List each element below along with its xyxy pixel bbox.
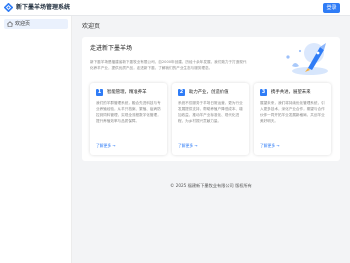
card-number-badge: 1 [96,89,103,96]
welcome-panel: 走进新下墨羊场 新下墨羊场是福建省新下墨牧业有限公司，自2000年创建，历经十余… [82,37,340,161]
sidebar-item-label: 欢迎页 [15,21,31,27]
footer-copyright: © 2025 福建新下墨牧业有限公司 版权所有 [170,183,252,188]
feature-card: 2 助力产业，创造价值 系统不仅服务于羊场日常运营，更为行业发展提供支持，帮助养… [172,83,249,155]
card-title: 携手共进，展望未来 [271,90,311,95]
welcome-description: 新下墨羊场是福建省新下墨牧业有限公司，自2000年创建，历经十余年发展，我们致力… [90,60,247,70]
app-title: 新下墨羊场管理系统 [16,4,71,11]
card-description: 系统不仅服务于羊场日常运营，更为行业发展提供支持，帮助养殖户降低成本、增加收益，… [178,101,243,123]
home-icon [7,21,13,27]
app-logo-icon [4,3,13,12]
rocket-illustration-icon [286,43,328,75]
card-description: 展望未来，我们将持续优化管理系统，引入更多技术，深化产业合作，期望与合作伙伴一同… [260,101,325,123]
learn-more-link[interactable]: 了解更多 → [260,143,280,149]
card-description: 我们的羊群管理系统，融合先进科技与专业养殖经验，从羊只档案、繁殖、疫病防控到饲料… [96,101,161,123]
card-title: 助力产业，创造价值 [189,90,229,95]
top-bar: 新下墨羊场管理系统 登录 [0,0,350,16]
login-button[interactable]: 登录 [323,3,340,13]
welcome-title: 走进新下墨羊场 [90,45,133,52]
feature-card: 3 携手共进，展望未来 展望未来，我们将持续优化管理系统，引入更多技术，深化产业… [254,83,331,155]
learn-more-link[interactable]: 了解更多 → [178,143,198,149]
learn-more-link[interactable]: 了解更多 → [96,143,116,149]
card-title: 智能管理，精准养羊 [107,90,147,95]
card-number-badge: 3 [260,89,267,96]
sidebar: 欢迎页 [0,16,72,263]
feature-card: 1 智能管理，精准养羊 我们的羊群管理系统，融合先进科技与专业养殖经验，从羊只档… [90,83,167,155]
card-number-badge: 2 [178,89,185,96]
page-title: 欢迎页 [82,23,101,30]
sidebar-item-welcome[interactable]: 欢迎页 [4,19,68,29]
